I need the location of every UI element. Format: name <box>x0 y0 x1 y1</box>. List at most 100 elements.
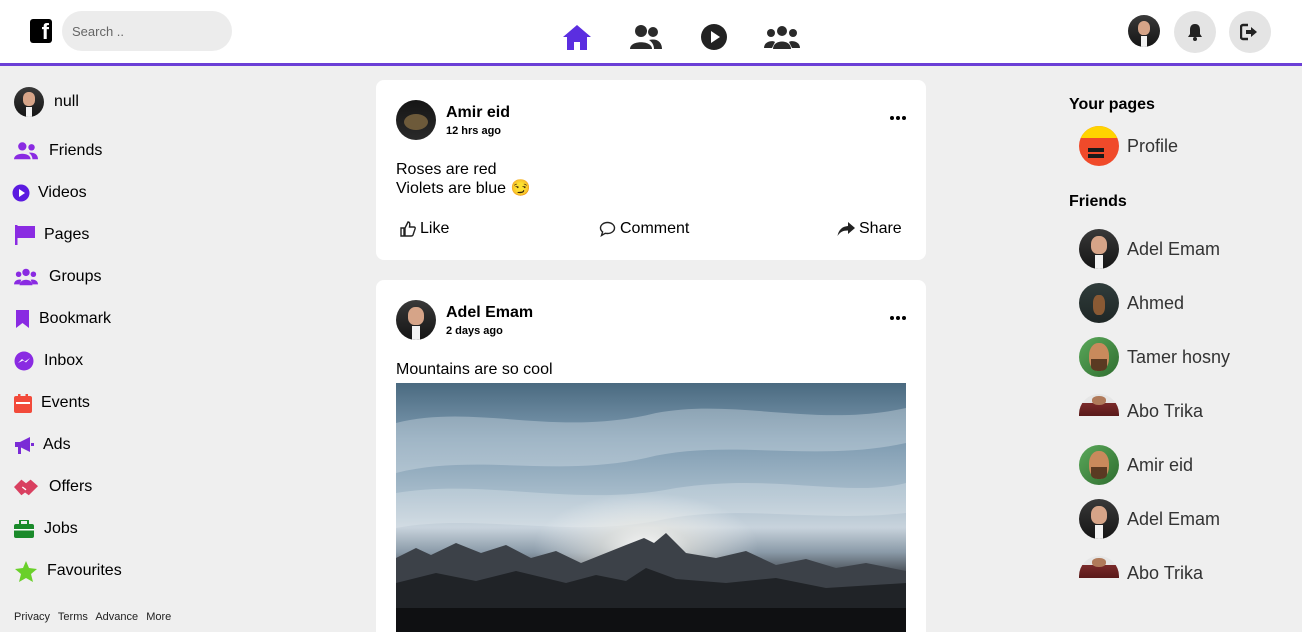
post-author-avatar[interactable] <box>396 100 436 140</box>
page-avatar <box>1079 126 1119 166</box>
sidebar-user-name: null <box>54 93 79 110</box>
sidebar-item-bookmark[interactable]: Bookmark <box>14 298 314 340</box>
sidebar-item-label: Offers <box>49 478 93 495</box>
friend-item[interactable]: Adel Emam <box>1069 492 1289 546</box>
sidebar-item-label: Inbox <box>44 352 84 369</box>
page-name: Profile <box>1127 135 1179 156</box>
right-sidebar: Your pages Profile Friends Adel Emam Ahm… <box>1069 96 1289 600</box>
footer-link-advance[interactable]: Advance <box>95 611 138 623</box>
your-pages-heading: Your pages <box>1069 96 1155 113</box>
post-text: Roses are red Violets are blue 😏 <box>396 160 530 198</box>
post-actions: Like Comment Share <box>396 220 906 242</box>
more-options-icon[interactable] <box>890 112 906 124</box>
sidebar-item-label: Favourites <box>47 562 122 579</box>
friend-avatar <box>1079 445 1119 485</box>
friends-nav-icon[interactable] <box>628 22 664 52</box>
like-label: Like <box>420 220 450 237</box>
post-card: Adel Emam 2 days ago Mountains are so co… <box>376 280 926 632</box>
comment-button[interactable]: Comment <box>599 220 689 238</box>
friend-name: Adel Emam <box>1127 508 1221 529</box>
sidebar-item-label: Jobs <box>44 520 78 537</box>
sidebar-item-label: Videos <box>38 184 87 201</box>
post-text: Mountains are so cool <box>396 360 553 379</box>
sidebar-item-pages[interactable]: Pages <box>14 214 314 256</box>
mountain-scene <box>396 383 906 632</box>
sidebar-item-ads[interactable]: Ads <box>14 424 314 466</box>
sidebar-item-label: Friends <box>49 142 103 159</box>
share-icon <box>837 221 855 236</box>
post-author-avatar[interactable] <box>396 300 436 340</box>
friend-avatar <box>1079 283 1119 323</box>
post-author-name[interactable]: Amir eid <box>446 104 510 122</box>
thumbs-up-icon <box>400 221 416 237</box>
post-image-mountains[interactable] <box>396 383 906 632</box>
header-accent-line <box>0 63 1302 66</box>
footer-link-terms[interactable]: Terms <box>58 611 88 623</box>
footer-link-more[interactable]: More <box>146 611 171 623</box>
friend-avatar <box>1079 229 1119 269</box>
friend-avatar <box>1079 394 1119 416</box>
sidebar-item-groups[interactable]: Groups <box>14 256 314 298</box>
sidebar-item-favourites[interactable]: Favourites <box>14 550 314 592</box>
facebook-logo-icon[interactable]: f <box>30 19 52 43</box>
like-button[interactable]: Like <box>400 220 449 238</box>
page-item-profile[interactable]: Profile <box>1069 119 1289 173</box>
play-icon <box>12 181 30 205</box>
star-icon <box>14 559 38 583</box>
friend-name: Amir eid <box>1127 454 1194 475</box>
sidebar-item-label: Pages <box>44 226 90 243</box>
friends-icon <box>14 139 38 163</box>
friend-item[interactable]: Abo Trika <box>1069 546 1289 600</box>
sidebar-item-inbox[interactable]: Inbox <box>14 340 314 382</box>
friend-item[interactable]: Adel Emam <box>1069 222 1289 276</box>
sidebar-item-label: Events <box>41 394 90 411</box>
search-input[interactable] <box>62 11 232 51</box>
top-navbar: f <box>0 0 1302 63</box>
post-header: Adel Emam 2 days ago <box>396 300 533 340</box>
groups-nav-icon[interactable] <box>764 22 800 52</box>
left-sidebar: null Friends Videos Pages Groups Bookmar… <box>12 86 314 592</box>
friends-heading: Friends <box>1069 193 1127 210</box>
sidebar-item-label: Bookmark <box>39 310 112 327</box>
logo-letter: f <box>41 19 49 44</box>
sidebar-item-offers[interactable]: Offers <box>14 466 314 508</box>
calendar-icon <box>14 391 32 415</box>
friend-name: Tamer hosny <box>1127 346 1231 367</box>
sidebar-item-videos[interactable]: Videos <box>12 172 314 214</box>
post-timestamp: 12 hrs ago <box>446 124 502 137</box>
share-label: Share <box>859 220 902 237</box>
friend-item[interactable]: Tamer hosny <box>1069 330 1289 384</box>
sidebar-item-events[interactable]: Events <box>14 382 314 424</box>
post-card: Amir eid 12 hrs ago Roses are red Violet… <box>376 80 926 260</box>
friend-avatar <box>1079 337 1119 377</box>
home-icon[interactable] <box>559 22 595 52</box>
post-author-name[interactable]: Adel Emam <box>446 304 533 322</box>
bookmark-icon <box>14 307 30 331</box>
sidebar-user[interactable]: null <box>14 86 314 118</box>
friend-item[interactable]: Amir eid <box>1069 438 1289 492</box>
sidebar-item-jobs[interactable]: Jobs <box>14 508 314 550</box>
watch-icon[interactable] <box>696 22 732 52</box>
notifications-bell-icon[interactable] <box>1174 11 1216 53</box>
flag-icon <box>14 223 36 247</box>
sidebar-user-avatar <box>14 87 44 117</box>
share-button[interactable]: Share <box>837 220 902 238</box>
friend-item[interactable]: Ahmed <box>1069 276 1289 330</box>
friend-avatar <box>1079 556 1119 578</box>
sidebar-item-friends[interactable]: Friends <box>14 130 314 172</box>
friend-avatar <box>1079 499 1119 539</box>
megaphone-icon <box>14 433 34 457</box>
more-options-icon[interactable] <box>890 312 906 324</box>
user-avatar[interactable] <box>1128 15 1160 47</box>
post-text-line: Roses are red <box>396 161 497 178</box>
groups-icon <box>14 265 38 289</box>
friend-item[interactable]: Abo Trika <box>1069 384 1289 438</box>
logout-icon[interactable] <box>1229 11 1271 53</box>
footer-links: Privacy Terms Advance More <box>14 611 176 623</box>
briefcase-icon <box>14 517 34 541</box>
post-timestamp: 2 days ago <box>446 324 503 337</box>
friend-name: Ahmed <box>1127 292 1185 313</box>
footer-link-privacy[interactable]: Privacy <box>14 611 50 623</box>
sidebar-item-label: Ads <box>43 436 71 453</box>
handshake-icon <box>14 475 38 499</box>
